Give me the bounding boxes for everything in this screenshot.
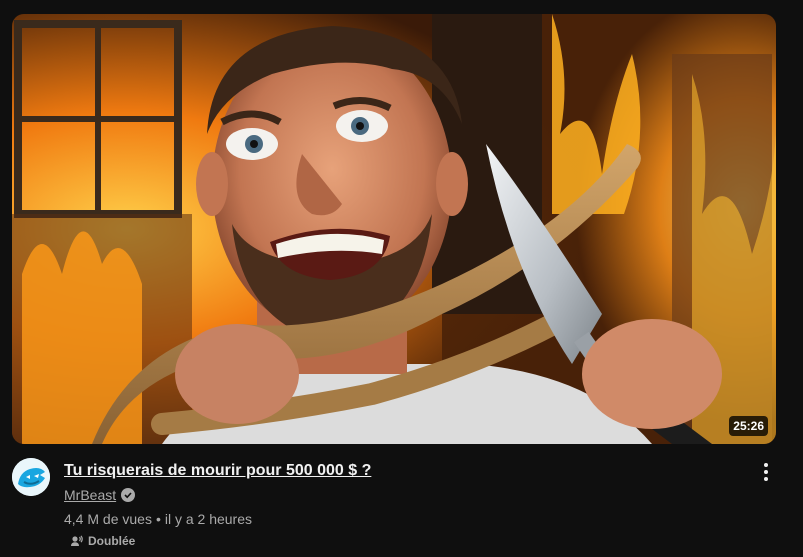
channel-avatar[interactable]: [12, 458, 50, 496]
channel-row: MrBeast: [64, 486, 136, 504]
video-card: 25:26 Tu risquerais de mourir pour 500 0…: [0, 0, 803, 557]
audio-dub-icon: [71, 535, 83, 546]
view-count: 4,4 M de vues: [64, 511, 152, 527]
video-metadata: 4,4 M de vues • il y a 2 heures: [64, 510, 252, 528]
dubbed-label: Doublée: [88, 534, 136, 548]
verified-check-icon: [121, 488, 136, 502]
upload-age: il y a 2 heures: [164, 511, 253, 527]
more-actions-button[interactable]: [752, 458, 780, 486]
thumbnail-image: [12, 14, 776, 444]
video-title[interactable]: Tu risquerais de mourir pour 500 000 $ ?: [64, 461, 371, 481]
more-vert-icon: [764, 463, 768, 481]
mrbeast-logo-icon: [12, 458, 50, 496]
dubbed-badge: Doublée: [70, 533, 135, 549]
channel-name[interactable]: MrBeast: [64, 486, 116, 504]
duration-badge: 25:26: [729, 416, 768, 436]
metadata-separator: •: [155, 511, 161, 527]
video-thumbnail[interactable]: 25:26: [12, 14, 776, 444]
